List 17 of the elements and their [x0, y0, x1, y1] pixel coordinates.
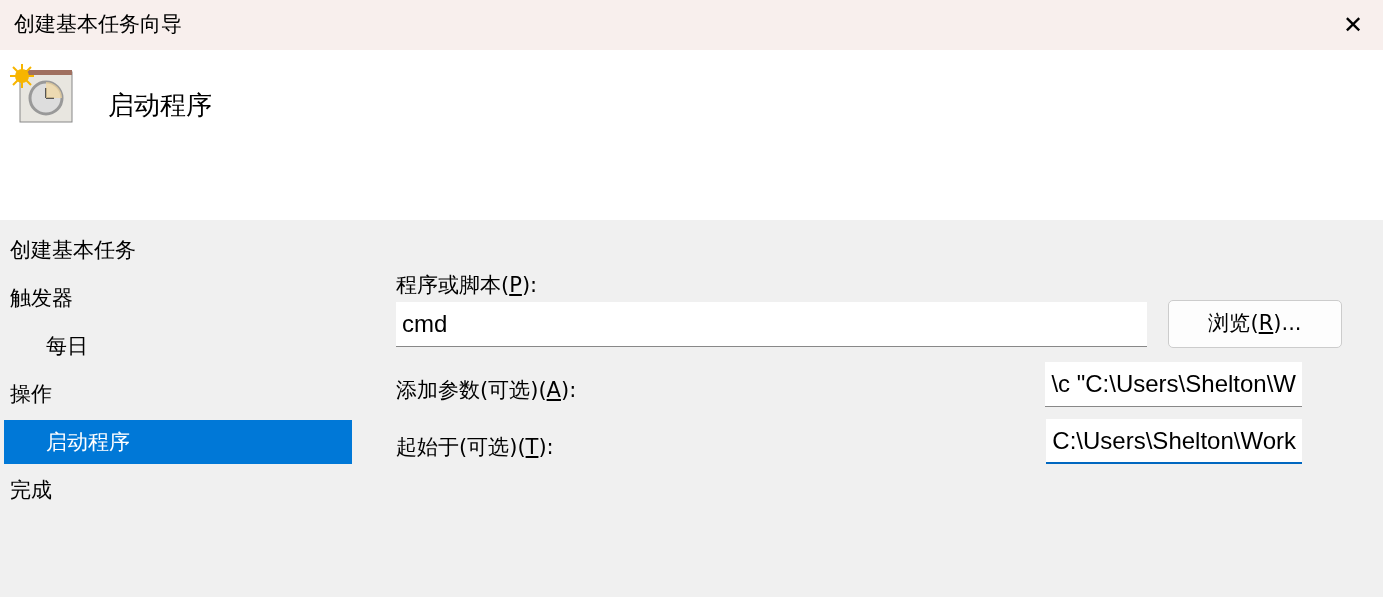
field-label: 程序或脚本(P): — [396, 272, 539, 299]
task-clock-icon — [10, 64, 76, 126]
input-field[interactable]: \c "C:\Users\Shelton\W — [1045, 362, 1302, 407]
program-input-field[interactable]: cmd — [396, 301, 1147, 347]
wizard-step[interactable]: 完成 — [0, 466, 352, 514]
browse-button[interactable]: 浏览(R)... — [1168, 300, 1342, 348]
field-label: 起始于(可选)(T): — [396, 433, 554, 461]
wizard-step[interactable]: 创建基本任务 — [0, 226, 352, 274]
wizard-step[interactable]: 每日 — [4, 324, 352, 368]
wizard-step[interactable]: 操作 — [0, 370, 352, 418]
field-label: 添加参数(可选)(A): — [396, 376, 577, 404]
input-field[interactable]: C:\Users\Shelton\Work — [1046, 419, 1302, 464]
page-heading: 启动程序 — [107, 89, 212, 122]
close-button[interactable]: ✕ — [1323, 0, 1383, 50]
wizard-step[interactable]: 触发器 — [0, 274, 352, 322]
window-title: 创建基本任务向导 — [14, 11, 182, 39]
wizard-step[interactable]: 启动程序 — [4, 420, 352, 464]
